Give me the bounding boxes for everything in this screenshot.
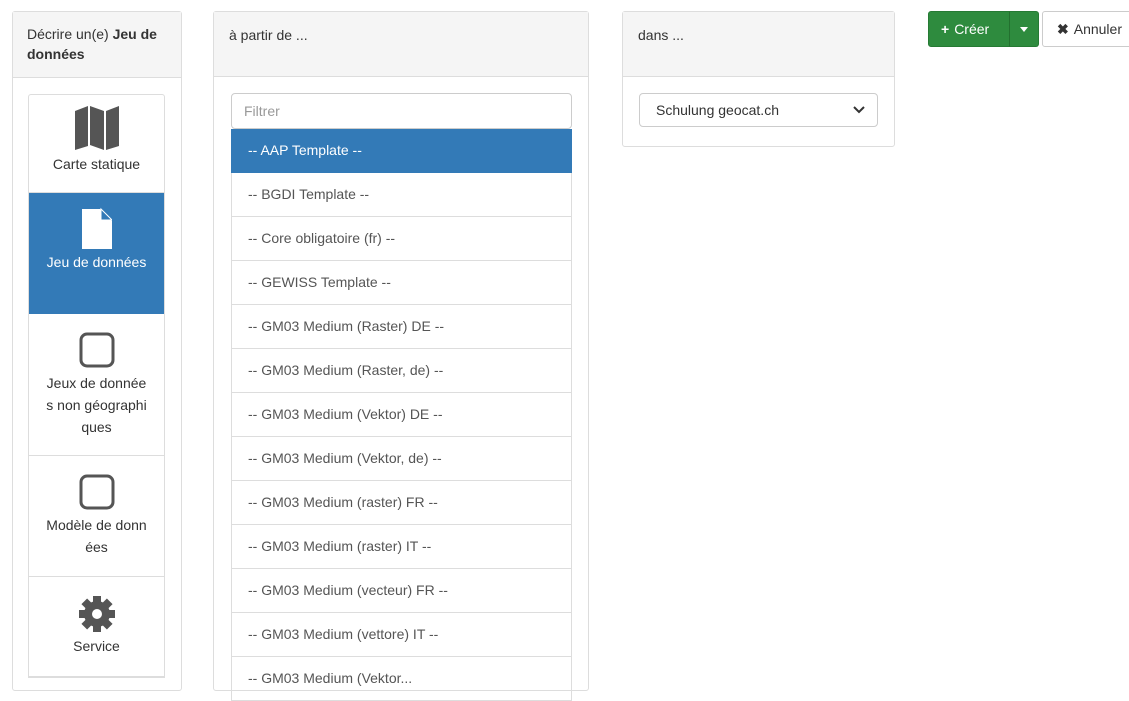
resource-type-panel: Décrire un(e) Jeu de données Carte stati… bbox=[12, 11, 182, 691]
file-icon bbox=[81, 203, 112, 249]
template-item[interactable]: -- GEWISS Template -- bbox=[231, 261, 572, 305]
template-filter-input[interactable] bbox=[231, 93, 572, 129]
type-item-dataset[interactable]: Jeu de données bbox=[29, 193, 164, 314]
template-item[interactable]: -- GM03 Medium (raster) IT -- bbox=[231, 525, 572, 569]
template-item[interactable]: -- GM03 Medium (vettore) IT -- bbox=[231, 613, 572, 657]
type-panel-heading: Décrire un(e) Jeu de données bbox=[13, 12, 181, 78]
caret-down-icon bbox=[1020, 27, 1028, 49]
template-item[interactable]: -- GM03 Medium (Vektor) DE -- bbox=[231, 393, 572, 437]
type-item-service[interactable]: Service bbox=[29, 577, 164, 677]
plus-icon: + bbox=[941, 21, 950, 37]
group-panel-heading: dans ... bbox=[623, 12, 894, 77]
type-item-data-model[interactable]: Modèle de données bbox=[29, 456, 164, 577]
square-icon bbox=[79, 324, 115, 370]
group-select-value: Schulung geocat.ch bbox=[656, 102, 779, 118]
map-icon bbox=[73, 105, 121, 151]
template-item[interactable]: -- GM03 Medium (Raster) DE -- bbox=[231, 305, 572, 349]
group-select[interactable]: Schulung geocat.ch bbox=[639, 93, 878, 127]
template-item[interactable]: -- GM03 Medium (Raster, de) -- bbox=[231, 349, 572, 393]
template-item[interactable]: -- Core obligatoire (fr) -- bbox=[231, 217, 572, 261]
resource-type-list: Carte statique Jeu de données Jeux de do… bbox=[28, 94, 165, 678]
type-item-static-map[interactable]: Carte statique bbox=[29, 95, 164, 193]
template-item[interactable]: -- AAP Template -- bbox=[231, 129, 572, 173]
template-item[interactable]: -- GM03 Medium (Vektor... bbox=[231, 657, 572, 701]
template-item[interactable]: -- GM03 Medium (raster) FR -- bbox=[231, 481, 572, 525]
template-item[interactable]: -- GM03 Medium (Vektor, de) -- bbox=[231, 437, 572, 481]
close-icon: ✖ bbox=[1057, 21, 1069, 37]
create-button[interactable]: + Créer bbox=[928, 11, 1010, 47]
create-dropdown-toggle[interactable] bbox=[1009, 11, 1039, 47]
template-list: -- AAP Template -- -- BGDI Template -- -- … bbox=[231, 129, 572, 701]
type-item-non-geographic-dataset[interactable]: Jeux de données non géographiques bbox=[29, 314, 164, 456]
template-panel-heading: à partir de ... bbox=[214, 12, 588, 77]
template-item[interactable]: -- BGDI Template -- bbox=[231, 173, 572, 217]
cancel-button[interactable]: ✖ Annuler bbox=[1042, 11, 1129, 47]
group-panel: dans ... Schulung geocat.ch bbox=[622, 11, 895, 147]
chevron-down-icon bbox=[853, 94, 865, 137]
gear-icon bbox=[78, 587, 116, 633]
square-icon bbox=[79, 466, 115, 512]
template-item[interactable]: -- GM03 Medium (vecteur) FR -- bbox=[231, 569, 572, 613]
template-panel: à partir de ... -- AAP Template ---- BGD… bbox=[213, 11, 589, 701]
